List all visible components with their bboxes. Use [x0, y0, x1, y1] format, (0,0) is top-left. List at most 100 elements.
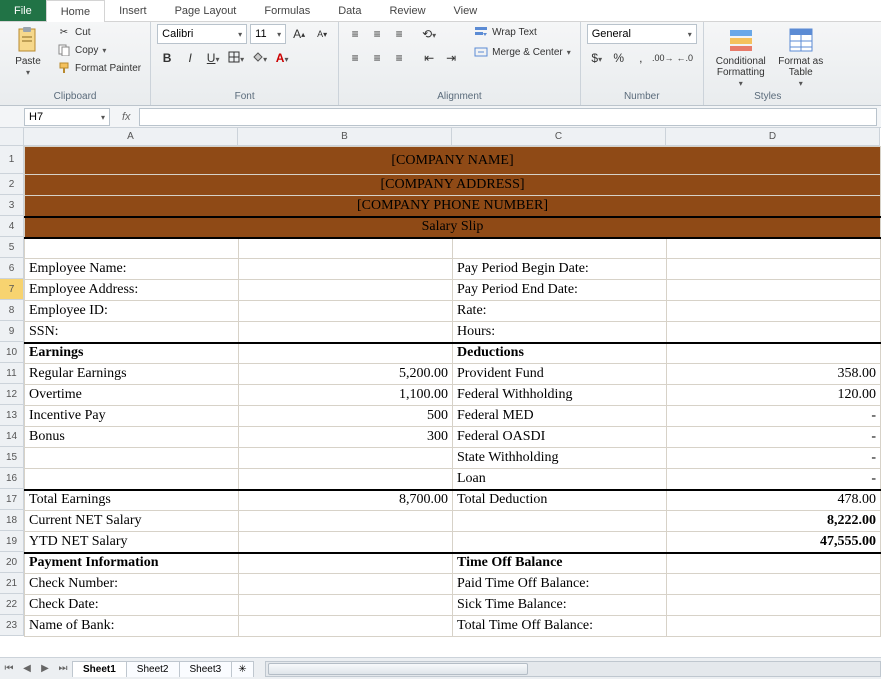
cell[interactable]	[453, 532, 667, 553]
cell[interactable]: Incentive Pay	[25, 406, 239, 427]
cell[interactable]	[239, 448, 453, 469]
row-header-18[interactable]: 18	[0, 510, 24, 531]
cell[interactable]: -	[667, 406, 881, 427]
italic-button[interactable]: I	[180, 48, 200, 68]
cell[interactable]: Pay Period End Date:	[453, 280, 667, 301]
cell[interactable]	[239, 595, 453, 616]
cells-area[interactable]: [COMPANY NAME] [COMPANY ADDRESS] [COMPAN…	[24, 146, 881, 637]
sheet-tab-3[interactable]: Sheet3	[179, 661, 233, 677]
cell[interactable]	[667, 574, 881, 595]
tab-view[interactable]: View	[440, 0, 492, 21]
tab-data[interactable]: Data	[324, 0, 375, 21]
cell[interactable]	[25, 238, 239, 259]
increase-indent-button[interactable]: ⇥	[441, 48, 461, 68]
sheet-tab-1[interactable]: Sheet1	[72, 661, 127, 677]
cell[interactable]: Hours:	[453, 322, 667, 343]
cell[interactable]: Provident Fund	[453, 364, 667, 385]
paste-button[interactable]: Paste	[6, 24, 50, 78]
cell[interactable]	[667, 553, 881, 574]
cell[interactable]	[239, 280, 453, 301]
decrease-decimal-button[interactable]: ←.0	[675, 48, 695, 68]
cell[interactable]: Federal MED	[453, 406, 667, 427]
cell[interactable]: 5,200.00	[239, 364, 453, 385]
horizontal-scrollbar[interactable]	[265, 661, 881, 677]
percent-button[interactable]: %	[609, 48, 629, 68]
tab-review[interactable]: Review	[375, 0, 439, 21]
cell[interactable]: 1,100.00	[239, 385, 453, 406]
cell[interactable]: Sick Time Balance:	[453, 595, 667, 616]
decrease-font-button[interactable]: A▾	[312, 24, 332, 44]
tab-nav-first[interactable]: ⏮	[0, 660, 18, 678]
bold-button[interactable]: B	[157, 48, 177, 68]
cell[interactable]: Name of Bank:	[25, 616, 239, 637]
fx-icon[interactable]: fx	[122, 111, 131, 123]
cell[interactable]	[239, 574, 453, 595]
cell[interactable]: 8,700.00	[239, 490, 453, 511]
cell[interactable]	[239, 301, 453, 322]
decrease-indent-button[interactable]: ⇤	[419, 48, 439, 68]
cell[interactable]: Federal Withholding	[453, 385, 667, 406]
row-header-19[interactable]: 19	[0, 531, 24, 552]
copy-button[interactable]: Copy	[54, 42, 144, 58]
cell[interactable]	[25, 469, 239, 490]
cell[interactable]: 120.00	[667, 385, 881, 406]
cut-button[interactable]: ✂Cut	[54, 24, 144, 40]
row-header-6[interactable]: 6	[0, 258, 24, 279]
cell[interactable]	[239, 469, 453, 490]
cell[interactable]: Current NET Salary	[25, 511, 239, 532]
payment-info-header[interactable]: Payment Information	[25, 553, 239, 574]
font-size-select[interactable]: 11	[250, 24, 286, 44]
cell[interactable]	[667, 280, 881, 301]
new-sheet-button[interactable]: ✳	[231, 661, 253, 677]
row-header-5[interactable]: 5	[0, 237, 24, 258]
row-header-22[interactable]: 22	[0, 594, 24, 615]
cell[interactable]: Pay Period Begin Date:	[453, 259, 667, 280]
row-header-11[interactable]: 11	[0, 363, 24, 384]
merge-center-button[interactable]: Merge & Center	[471, 44, 574, 60]
row-header-9[interactable]: 9	[0, 321, 24, 342]
tab-nav-next[interactable]: ▶	[36, 660, 54, 678]
align-center-button[interactable]: ≡	[367, 48, 387, 68]
align-bottom-button[interactable]: ≡	[389, 24, 409, 44]
cell[interactable]: 500	[239, 406, 453, 427]
row-header-14[interactable]: 14	[0, 426, 24, 447]
cell[interactable]: SSN:	[25, 322, 239, 343]
cell[interactable]	[239, 322, 453, 343]
cell[interactable]: Employee Name:	[25, 259, 239, 280]
cell[interactable]: State Withholding	[453, 448, 667, 469]
ytd-net-value[interactable]: 47,555.00	[667, 532, 881, 553]
cell[interactable]	[667, 343, 881, 364]
cell[interactable]: Check Number:	[25, 574, 239, 595]
tab-nav-last[interactable]: ⏭	[54, 660, 72, 678]
cell[interactable]: Federal OASDI	[453, 427, 667, 448]
time-off-header[interactable]: Time Off Balance	[453, 553, 667, 574]
cell[interactable]	[239, 238, 453, 259]
row-header-7[interactable]: 7	[0, 279, 24, 300]
align-middle-button[interactable]: ≡	[367, 24, 387, 44]
row-header-16[interactable]: 16	[0, 468, 24, 489]
cell[interactable]: Employee ID:	[25, 301, 239, 322]
row-header-13[interactable]: 13	[0, 405, 24, 426]
cell[interactable]	[239, 511, 453, 532]
align-top-button[interactable]: ≡	[345, 24, 365, 44]
format-painter-button[interactable]: Format Painter	[54, 60, 144, 76]
row-header-17[interactable]: 17	[0, 489, 24, 510]
cell[interactable]: Check Date:	[25, 595, 239, 616]
tab-insert[interactable]: Insert	[105, 0, 161, 21]
cell[interactable]: Total Deduction	[453, 490, 667, 511]
cell[interactable]	[667, 595, 881, 616]
cell[interactable]	[239, 259, 453, 280]
wrap-text-button[interactable]: Wrap Text	[471, 24, 574, 40]
cell[interactable]: -	[667, 448, 881, 469]
cell[interactable]	[239, 616, 453, 637]
tab-nav-prev[interactable]: ◀	[18, 660, 36, 678]
row-header-8[interactable]: 8	[0, 300, 24, 321]
cell[interactable]: 358.00	[667, 364, 881, 385]
cell[interactable]	[25, 448, 239, 469]
cell[interactable]	[453, 511, 667, 532]
cell[interactable]: Total Earnings	[25, 490, 239, 511]
cell[interactable]: -	[667, 469, 881, 490]
cell[interactable]: Overtime	[25, 385, 239, 406]
row-header-1[interactable]: 1	[0, 146, 24, 174]
align-right-button[interactable]: ≡	[389, 48, 409, 68]
